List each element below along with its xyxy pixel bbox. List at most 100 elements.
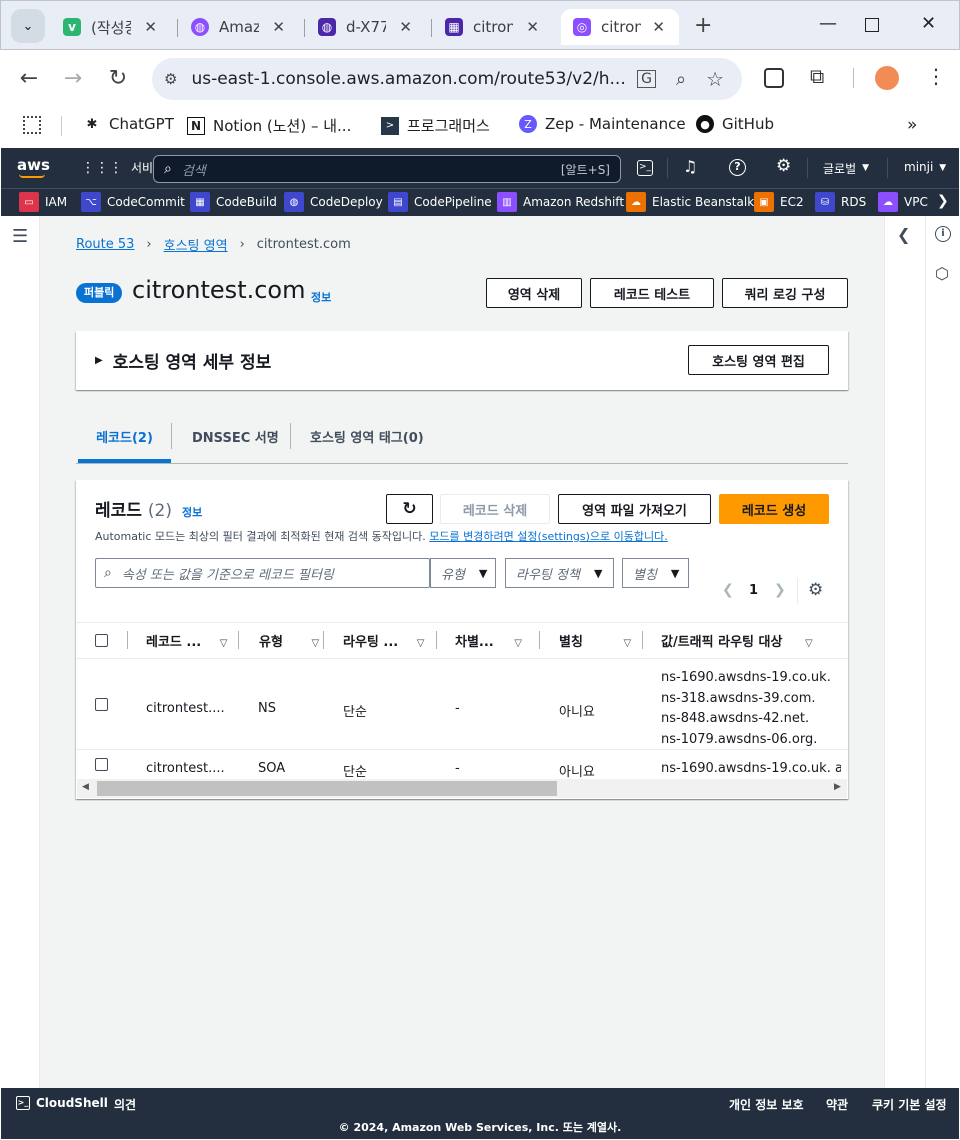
cloudshell-button[interactable]: >_ CloudShell (16, 1096, 108, 1110)
menu-dots-icon[interactable]: ⋮ (926, 64, 946, 88)
forward-arrow-icon[interactable]: → (59, 64, 87, 92)
delete-record-button[interactable]: 레코드 삭제 (440, 494, 550, 524)
avatar[interactable] (875, 66, 899, 90)
close-icon[interactable]: ✕ (652, 18, 665, 36)
column-header-alias[interactable]: 별칭 ▽ (559, 631, 631, 650)
row-checkbox[interactable] (95, 758, 108, 771)
favorite-codebuild[interactable]: ▦ CodeBuild (190, 192, 277, 212)
maximize-icon[interactable] (865, 18, 879, 32)
breadcrumb-hosted-zones[interactable]: 호스팅 영역 (164, 235, 228, 254)
tab-search-button[interactable]: ⌄ (11, 9, 45, 43)
import-zone-file-button[interactable]: 영역 파일 가져오기 (558, 494, 711, 524)
query-logging-button[interactable]: 쿼리 로깅 구성 (722, 278, 848, 308)
table-settings-gear-icon[interactable]: ⚙ (808, 580, 823, 600)
record-name-cell[interactable]: citrontest.... (146, 701, 225, 716)
browser-tab[interactable]: ▦ citron ✕ (433, 9, 553, 45)
type-filter-select[interactable]: 유형 ▼ (430, 558, 496, 588)
feedback-link[interactable]: 의견 (114, 1096, 136, 1113)
column-header-differentiator[interactable]: 차별... ▽ (455, 631, 522, 650)
record-name-cell[interactable]: citrontest.... (146, 761, 225, 776)
site-info-icon[interactable]: ⚙ (164, 70, 177, 88)
address-bar[interactable]: ⚙ us-east-1.console.aws.amazon.com/route… (152, 58, 742, 100)
tab-tags[interactable]: 호스팅 영역 태그(0) (310, 427, 424, 446)
close-icon[interactable]: ✕ (399, 18, 412, 36)
page-number[interactable]: 1 (749, 583, 758, 598)
edit-hosted-zone-button[interactable]: 호스팅 영역 편집 (688, 345, 829, 375)
bookmark-item[interactable]: ● GitHub (696, 115, 774, 133)
terms-link[interactable]: 약관 (826, 1096, 848, 1113)
privacy-link[interactable]: 개인 정보 보호 (729, 1096, 804, 1113)
bookmark-star-icon[interactable]: ☆ (706, 67, 724, 91)
browser-tab[interactable]: ◍ Amazon ✕ (179, 9, 299, 45)
favorite-codedeploy[interactable]: ◍ CodeDeploy (284, 192, 383, 212)
settings-link[interactable]: 모드를 변경하려면 설정(settings)으로 이동합니다. (429, 530, 667, 543)
delete-zone-button[interactable]: 영역 삭제 (486, 278, 582, 308)
routing-filter-select[interactable]: 라우팅 정책 ▼ (505, 558, 614, 588)
close-icon[interactable]: ✕ (526, 18, 539, 36)
expand-details-toggle[interactable]: ▶ 호스팅 영역 세부 정보 (95, 348, 271, 373)
aws-search-input[interactable]: ⌕ 검색 [알트+S] (153, 155, 621, 183)
new-tab-icon[interactable]: + (694, 13, 712, 38)
browser-tab[interactable]: ◍ d-X77 ✕ (306, 9, 426, 45)
favorite-elastic-beanstalk[interactable]: ☁ Elastic Beanstalk (626, 192, 754, 212)
minimize-icon[interactable]: — (819, 13, 837, 34)
favorite-iam[interactable]: ▭ IAM (19, 192, 67, 212)
collapse-panel-icon[interactable]: ❮ (897, 225, 910, 244)
row-checkbox[interactable] (95, 698, 108, 711)
favorites-scroll-right-icon[interactable]: ❯ (937, 193, 949, 209)
breadcrumb-route53[interactable]: Route 53 (76, 237, 134, 252)
extension-icon[interactable] (764, 68, 784, 88)
column-header-routing[interactable]: 라우팅 ... ▽ (343, 631, 424, 650)
region-selector[interactable]: 글로벌 ▼ (823, 160, 869, 177)
favorite-codepipeline[interactable]: ▤ CodePipeline (388, 192, 492, 212)
settings-gear-icon[interactable]: ⚙ (776, 156, 791, 176)
notifications-bell-icon[interactable]: ♫ (683, 157, 697, 176)
tab-records[interactable]: 레코드(2) (78, 420, 171, 463)
favorite-vpc[interactable]: ☁ VPC (878, 192, 928, 212)
browser-tab[interactable]: v (작성중) ✕ (51, 9, 171, 45)
cookie-preferences-link[interactable]: 쿠키 기본 설정 (872, 1096, 947, 1113)
account-menu[interactable]: minji ▼ (904, 160, 946, 176)
scrollbar-thumb[interactable] (97, 781, 557, 796)
services-menu[interactable]: ⋮⋮⋮ 서비스 (81, 159, 164, 176)
test-record-button[interactable]: 레코드 테스트 (590, 278, 714, 308)
favorite-ec2[interactable]: ▣ EC2 (754, 192, 804, 212)
back-arrow-icon[interactable]: ← (15, 64, 43, 92)
prev-page-icon[interactable]: ❮ (722, 582, 734, 598)
horizontal-scrollbar[interactable]: ◀ ▶ (77, 779, 847, 798)
next-page-icon[interactable]: ❯ (774, 582, 786, 598)
help-icon[interactable]: ? (729, 159, 746, 176)
refresh-button[interactable]: ↻ (386, 494, 433, 524)
window-close-icon[interactable]: ✕ (921, 13, 936, 34)
browser-tab-active[interactable]: ◎ citron ✕ (561, 9, 679, 45)
tab-dnssec[interactable]: DNSSEC 서명 (192, 427, 279, 446)
bookmark-item[interactable]: Z Zep - Maintenance (519, 115, 686, 133)
reload-icon[interactable]: ↻ (104, 64, 132, 92)
close-icon[interactable]: ✕ (144, 18, 157, 36)
favorite-rds[interactable]: ⛁ RDS (815, 192, 866, 212)
hexagon-icon[interactable]: ⬡ (935, 264, 949, 283)
info-icon[interactable]: i (935, 226, 951, 242)
favorite-redshift[interactable]: ▥ Amazon Redshift (497, 192, 624, 212)
column-header-value[interactable]: 값/트래픽 라우팅 대상 ▽ (661, 631, 813, 650)
alias-filter-select[interactable]: 별칭 ▼ (622, 558, 689, 588)
bookmark-item[interactable]: N Notion (노션) – 내... (187, 115, 351, 136)
select-all-checkbox[interactable] (95, 634, 108, 647)
aws-logo[interactable]: aws (17, 156, 50, 174)
cloudshell-icon[interactable]: >_ (637, 160, 653, 176)
apps-grid-icon[interactable] (23, 116, 41, 134)
create-record-button[interactable]: 레코드 생성 (719, 494, 829, 524)
url-text[interactable]: us-east-1.console.aws.amazon.com/route53… (191, 69, 625, 89)
bookmark-item[interactable]: > 프로그래머스 (381, 115, 490, 136)
bookmark-item[interactable]: ✱ ChatGPT (83, 115, 174, 133)
records-filter-input[interactable]: ⌕ 속성 또는 값을 기준으로 레코드 필터링 (95, 558, 430, 588)
info-link[interactable]: 정보 (311, 289, 331, 305)
translate-icon[interactable]: G (637, 70, 656, 88)
more-bookmarks-icon[interactable]: » (907, 115, 917, 135)
hamburger-menu-icon[interactable]: ☰ (12, 226, 28, 247)
column-header-record-name[interactable]: 레코드 ... ▽ (146, 631, 227, 650)
scroll-right-icon[interactable]: ▶ (834, 782, 841, 792)
zoom-icon[interactable]: ⌕ (676, 69, 686, 90)
records-info-link[interactable]: 정보 (182, 504, 202, 520)
close-icon[interactable]: ✕ (272, 18, 285, 36)
